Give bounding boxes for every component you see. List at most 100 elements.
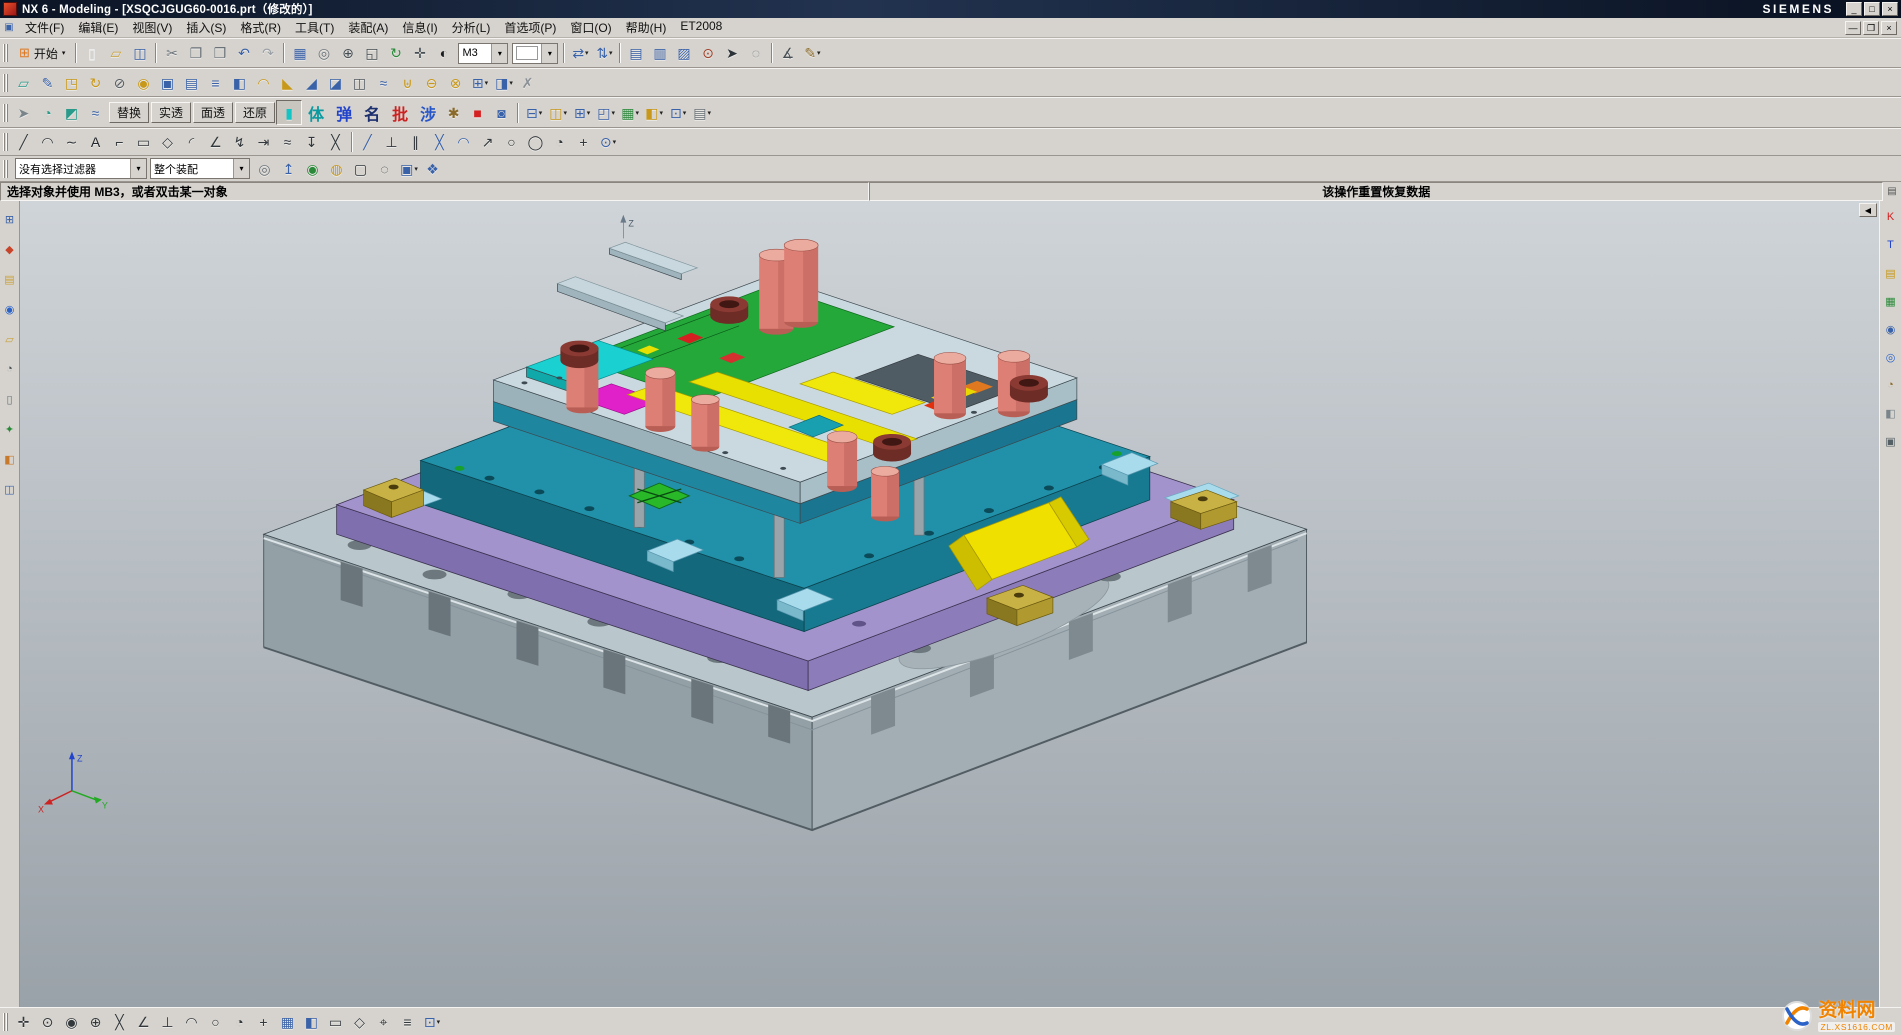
transform-icon[interactable]: ⇅▾ [592,42,616,65]
menu-item[interactable]: 信息(I) [395,18,444,37]
paste-icon[interactable]: ❒ [208,42,232,65]
display-mode-icon[interactable]: ▨ [672,42,696,65]
display-mode-button[interactable]: 还原 [235,102,275,123]
cross-curve-icon[interactable]: ╳ [428,131,452,154]
window-view-icon[interactable]: ◰▾ [594,101,618,124]
menu-item[interactable]: 工具(T) [288,18,341,37]
sphere-icon[interactable]: ◉ [2,301,18,317]
derived-line-icon[interactable]: ╱ [356,131,380,154]
quick-trim-icon[interactable]: ↯ [228,131,252,154]
snapshot-icon[interactable]: ◙ [490,101,514,124]
circle-snap-icon[interactable]: ○ [204,1010,228,1033]
line-icon[interactable]: ╱ [12,131,36,154]
mirror-feature-icon[interactable]: ◨▾ [492,71,516,94]
section-view-icon[interactable]: ◩ [60,101,84,124]
menu-item[interactable]: 插入(S) [179,18,233,37]
center-point-icon[interactable]: ⊕ [84,1010,108,1033]
pan-icon[interactable]: ✛ [408,42,432,65]
component-tools-icon[interactable]: ◧▾ [642,101,666,124]
maximize-button[interactable]: □ [1864,2,1880,16]
title-bar[interactable]: NX 6 - Modeling - [XSQCJGUG60-0016.prt（修… [0,0,1901,18]
folder-icon[interactable]: ▱ [2,331,18,347]
end-point-icon[interactable]: ⊙ [36,1010,60,1033]
touch-filter-icon[interactable]: ❖ [421,157,445,180]
display-mode-button[interactable]: 实透 [151,102,191,123]
sew-icon[interactable]: ≈ [372,71,396,94]
pad-icon[interactable]: ▤ [180,71,204,94]
selection-scope-dropdown[interactable]: 整个装配 ▾ [150,158,250,179]
toolbar-grip[interactable] [3,104,8,122]
perp-snap-icon[interactable]: ⊥ [156,1010,180,1033]
red-cube-icon[interactable]: ■ [466,101,490,124]
open-icon[interactable]: ▱ [104,42,128,65]
orient-view-icon[interactable]: ➤ [12,101,36,124]
chamfer-curve-icon[interactable]: ∠ [204,131,228,154]
display-mode-button[interactable]: 替换 [109,102,149,123]
close-button[interactable]: × [1882,2,1898,16]
highlight-icon[interactable]: ◍ [325,157,349,180]
menu-item[interactable]: 帮助(H) [619,18,674,37]
check-mate-icon[interactable]: ⊡▾ [666,101,690,124]
rectangle-icon[interactable]: ▭ [132,131,156,154]
window-icon[interactable]: ◫ [2,481,18,497]
cut-icon[interactable]: ✂ [160,42,184,65]
selection-filter-dropdown[interactable]: 没有选择过滤器 ▾ [15,158,147,179]
datum-plane-icon[interactable]: ▱ [12,71,36,94]
menu-item[interactable]: 格式(R) [233,18,288,37]
assembly-navigator-icon[interactable]: ▤ [1883,265,1899,281]
pattern-face-icon[interactable]: ⊞▾ [570,101,594,124]
command-finder-icon[interactable]: ◎ [312,42,336,65]
existing-point-icon[interactable]: + [252,1010,276,1033]
more-snap-icon[interactable]: ⊡▾ [420,1010,444,1033]
fillet-icon[interactable]: ◜ [180,131,204,154]
graphics-window[interactable]: Z [20,201,1879,1007]
rib-icon[interactable]: ≡ [204,71,228,94]
intersection-icon[interactable]: ╳ [108,1010,132,1033]
roadmap-icon[interactable]: ◆ [2,241,18,257]
expression-icon[interactable]: ✱ [442,101,466,124]
clip-section-icon[interactable]: ▮ [276,100,302,125]
selection-filter-icon[interactable]: ◌ [744,42,768,65]
chamfer-icon[interactable]: ◣ [276,71,300,94]
display-mode-button[interactable]: 面透 [193,102,233,123]
revolve-icon[interactable]: ↻ [84,71,108,94]
angle-snap-icon[interactable]: ∠ [132,1010,156,1033]
studio-spline-icon[interactable]: ◇ [156,131,180,154]
history-clock-icon[interactable]: ◔ [2,361,18,377]
shell-icon[interactable]: ◧ [228,71,252,94]
sketch-icon[interactable]: ✎ [36,71,60,94]
3d-model-view[interactable]: Z [20,201,1879,1007]
blend-icon[interactable]: ◠ [252,71,276,94]
view-preset-combo[interactable]: M3 ▾ [458,43,508,64]
touch-mode-icon[interactable]: ▣ [1883,433,1899,449]
web-browser-icon[interactable]: ◎ [1883,349,1899,365]
chevron-down-icon[interactable]: ▾ [541,44,557,63]
snap-view-icon[interactable]: ⊙ [696,42,720,65]
reuse-library-icon[interactable]: ◉ [1883,321,1899,337]
save-icon[interactable]: ◫ [128,42,152,65]
subtract-icon[interactable]: ⊖ [420,71,444,94]
extrude-icon[interactable]: ◳ [60,71,84,94]
template-icon[interactable]: T [1883,237,1899,253]
menu-item[interactable]: 首选项(P) [497,18,563,37]
measure-icon[interactable]: ∡ [776,42,800,65]
taskbar-handle-icon[interactable]: ⊞ [2,211,18,227]
find-component-icon[interactable]: ◎ [253,157,277,180]
toolbar-grip[interactable] [3,74,8,92]
materials-icon[interactable]: ◧ [1883,405,1899,421]
conic-icon[interactable]: ◔ [548,131,572,154]
face-snap-icon[interactable]: ◧ [300,1010,324,1033]
toolbar-grip[interactable] [3,1013,8,1031]
menu-item[interactable]: 编辑(E) [71,18,125,37]
part-navigator-icon[interactable]: ▦ [288,42,312,65]
grid-snap-icon[interactable]: ▦ [276,1010,300,1033]
pattern-feature-icon[interactable]: ⊞▾ [468,71,492,94]
project-curve-icon[interactable]: ↧ [300,131,324,154]
chevron-down-icon[interactable]: ▾ [491,44,507,63]
ellipse-icon[interactable]: ◯ [524,131,548,154]
options-icon[interactable]: ≡ [396,1010,420,1033]
fit-view-icon[interactable]: ◱ [360,42,384,65]
pocket-icon[interactable]: ▣ [156,71,180,94]
bounded-plane-icon[interactable]: ▭ [324,1010,348,1033]
intersect-icon[interactable]: ⊗ [444,71,468,94]
